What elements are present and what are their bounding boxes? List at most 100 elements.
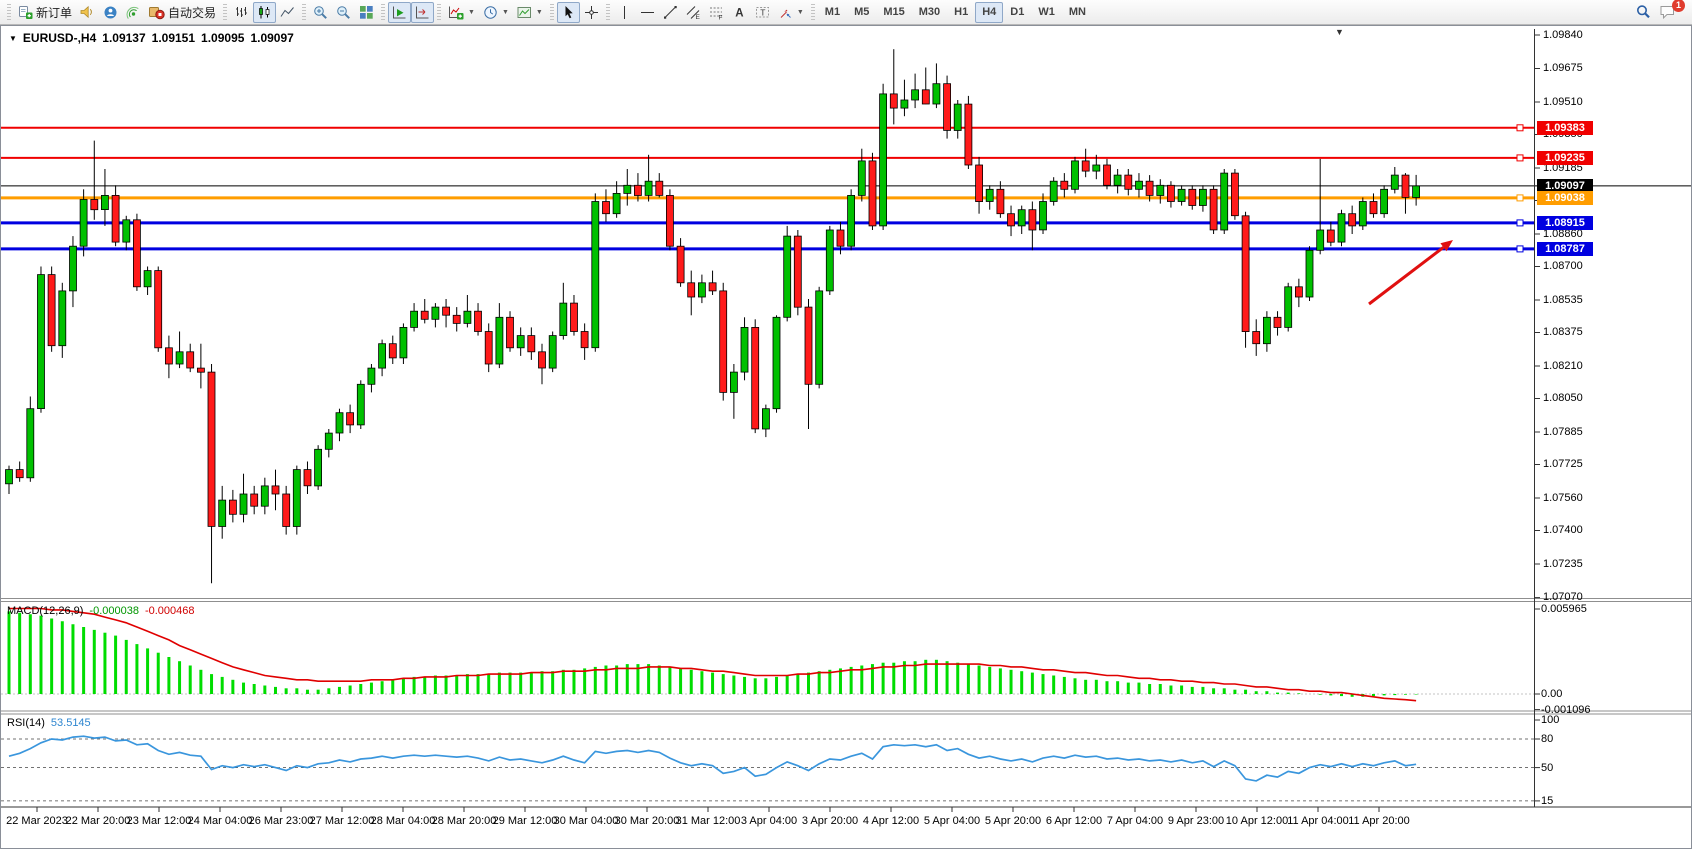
vertical-line-icon (617, 5, 632, 20)
timeframe-button-H1[interactable]: H1 (947, 2, 975, 23)
indicators-button[interactable]: ▼ (444, 2, 479, 23)
chart-high-value: 1.09151 (152, 31, 195, 45)
timeframe-button-H4[interactable]: H4 (975, 2, 1003, 23)
indicators-icon (448, 5, 464, 20)
price-line-label: 1.09235 (1537, 151, 1593, 165)
trendline-icon (663, 5, 678, 20)
new-order-button[interactable]: 新订单 (14, 2, 76, 23)
fibonacci-icon: F (709, 5, 724, 20)
time-axis-label: 26 Mar 23:00 (249, 815, 314, 827)
timeframe-button-D1[interactable]: D1 (1003, 2, 1031, 23)
text-label-tool-button[interactable]: T (751, 2, 774, 23)
price-tick-label: 1.08535 (1543, 294, 1583, 306)
toolbar-grip[interactable] (437, 4, 441, 20)
toolbar-grip[interactable] (223, 4, 227, 20)
toolbar-grip[interactable] (381, 4, 385, 20)
periods-button[interactable]: ▼ (479, 2, 513, 23)
svg-text:T: T (760, 7, 765, 17)
alerts-button[interactable] (76, 2, 99, 23)
price-tick-label: 1.08210 (1543, 360, 1583, 372)
chevron-down-icon: ▼ (797, 9, 804, 16)
timeframe-button-MN[interactable]: MN (1062, 2, 1093, 23)
clock-icon (483, 5, 498, 20)
svg-text:A: A (735, 7, 743, 19)
candlestick-mode-button[interactable] (253, 2, 276, 23)
templates-button[interactable]: ▼ (513, 2, 547, 23)
time-axis-label: 5 Apr 20:00 (985, 815, 1041, 827)
time-axis-label: 11 Apr 04:00 (1287, 815, 1349, 827)
crosshair-icon (584, 5, 599, 20)
price-line-label: 1.09038 (1537, 191, 1593, 205)
notification-badge: 1 (1672, 0, 1685, 12)
macd-axis-label: 0.00 (1541, 688, 1562, 700)
time-axis-label: 28 Mar 04:00 (371, 815, 436, 827)
price-tick-label: 1.07560 (1543, 492, 1583, 504)
toolbar-grip[interactable] (811, 4, 815, 20)
tile-windows-button[interactable] (355, 2, 378, 23)
search-button[interactable] (1631, 2, 1655, 23)
toolbar-grip[interactable] (7, 4, 11, 20)
axes[interactable] (1, 29, 1691, 812)
time-axis-label: 6 Apr 12:00 (1046, 815, 1102, 827)
time-axis-label: 10 Apr 12:00 (1226, 815, 1288, 827)
time-axis-label: 24 Mar 04:00 (188, 815, 253, 827)
horizontal-lines[interactable] (1, 125, 1691, 252)
community-icon (103, 5, 118, 20)
price-tick-label: 1.08375 (1543, 326, 1583, 338)
auto-trading-icon (149, 5, 165, 20)
horizontal-line-icon (640, 5, 655, 20)
main-toolbar: 新订单 自动交易 ▼ ▼ (0, 0, 1692, 25)
chart-shift-button[interactable] (411, 2, 434, 23)
arrows-tool-button[interactable]: ▼ (774, 2, 808, 23)
time-axis-label: 22 Mar 20:00 (66, 815, 131, 827)
horizontal-line-tool-button[interactable] (636, 2, 659, 23)
candles (6, 49, 1420, 583)
timeframe-button-W1[interactable]: W1 (1031, 2, 1062, 23)
time-axis-label: 4 Apr 12:00 (863, 815, 919, 827)
zoom-out-button[interactable] (332, 2, 355, 23)
chart-close-value: 1.09097 (250, 31, 293, 45)
signals-icon (126, 5, 141, 20)
chart-symbol-period: EURUSD-,H4 (23, 31, 96, 45)
price-line-label: 1.08915 (1537, 216, 1593, 230)
timeframe-button-M15[interactable]: M15 (876, 2, 911, 23)
toolbar-grip[interactable] (302, 4, 306, 20)
timeframe-button-M5[interactable]: M5 (847, 2, 876, 23)
time-axis-label: 9 Apr 23:00 (1168, 815, 1224, 827)
community-button[interactable] (99, 2, 122, 23)
chart-canvas[interactable] (1, 26, 1691, 848)
zoom-in-button[interactable] (309, 2, 332, 23)
crosshair-tool-button[interactable] (580, 2, 603, 23)
trendline-tool-button[interactable] (659, 2, 682, 23)
cursor-tool-button[interactable] (557, 2, 580, 23)
signals-button[interactable] (122, 2, 145, 23)
toolbar-grip[interactable] (606, 4, 610, 20)
equidistant-channel-icon: E (686, 5, 701, 20)
channel-tool-button[interactable]: E (682, 2, 705, 23)
auto-trading-button[interactable]: 自动交易 (145, 2, 220, 23)
time-axis-label: 30 Mar 20:00 (615, 815, 680, 827)
text-label-icon: T (755, 5, 770, 20)
arrow-shapes-icon (778, 5, 793, 20)
pane-separators[interactable] (1, 599, 1691, 715)
chat-button[interactable]: 1 (1655, 2, 1680, 23)
time-axis-label: 30 Mar 04:00 (554, 815, 619, 827)
vertical-line-tool-button[interactable] (613, 2, 636, 23)
fibonacci-tool-button[interactable]: F (705, 2, 728, 23)
time-axis-label: 31 Mar 12:00 (676, 815, 741, 827)
text-tool-button[interactable]: A (728, 2, 751, 23)
bar-chart-mode-button[interactable] (230, 2, 253, 23)
line-chart-mode-button[interactable] (276, 2, 299, 23)
timeframe-button-M30[interactable]: M30 (912, 2, 947, 23)
price-tick-label: 1.09840 (1543, 29, 1583, 41)
search-icon (1635, 4, 1651, 20)
time-axis-label: 5 Apr 04:00 (924, 815, 980, 827)
time-axis-label: 3 Apr 04:00 (741, 815, 797, 827)
horn-icon (80, 5, 95, 20)
chart-shift-marker-icon[interactable]: ▼ (1335, 27, 1344, 37)
zoom-in-icon (313, 5, 328, 20)
rsi-value: 53.5145 (51, 717, 91, 729)
timeframe-button-M1[interactable]: M1 (818, 2, 847, 23)
auto-scroll-button[interactable] (388, 2, 411, 23)
toolbar-grip[interactable] (550, 4, 554, 20)
